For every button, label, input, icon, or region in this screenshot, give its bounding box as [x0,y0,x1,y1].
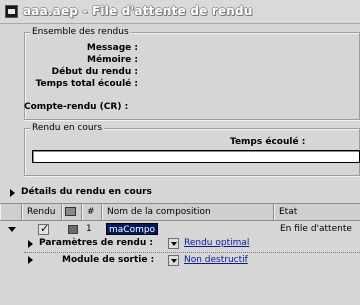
disclosure-triangle-icon[interactable] [10,189,15,197]
render-set-legend: Ensemble des rendus [30,27,131,37]
queue-item-number: 1 [86,224,92,234]
details-label: Détails du rendu en cours [21,187,152,197]
title-bar: aaa.aep - File d'attente de rendu [0,0,360,24]
column-render[interactable]: Rendu [22,204,62,220]
row-divider [24,252,360,253]
current-render-details-toggle[interactable]: Détails du rendu en cours [0,186,360,200]
column-label[interactable] [62,204,82,220]
message-label: Message : [86,43,138,53]
after-effects-app-icon [5,5,18,18]
memory-label: Mémoire : [87,55,138,65]
column-status[interactable]: Etat [274,204,360,220]
render-checkbox[interactable] [38,222,49,235]
queue-item-status: En file d'attente [280,224,352,234]
output-module-link[interactable]: Non destructif [184,255,248,265]
output-module-expand-icon[interactable] [28,256,33,264]
render-settings-link[interactable]: Rendu optimal [184,238,249,248]
elapsed-time-label: Temps écoulé : [230,137,306,147]
label-column-icon [65,207,76,216]
render-settings-label: Paramètres de rendu : [39,238,153,248]
current-render-legend: Rendu en cours [30,123,105,133]
output-module-dropdown[interactable] [168,255,179,266]
total-elapsed-label: Temps total écoulé : [35,79,138,89]
render-settings-dropdown[interactable] [168,238,179,249]
column-comp-name[interactable]: Nom de la composition [102,204,274,220]
render-progress-bar [32,150,360,163]
composition-name[interactable]: maCompo [106,223,159,235]
render-settings-expand-icon[interactable] [28,240,33,248]
queue-table-header: Rendu # Nom de la composition Etat [0,203,360,221]
queue-empty-area [0,268,360,305]
render-start-label: Début du rendu : [51,67,138,77]
log-label: Compte-rendu (CR) : [24,102,129,112]
expand-queue-item-icon[interactable] [8,227,16,232]
label-color-swatch[interactable] [68,225,78,234]
output-module-label: Module de sortie : [62,255,155,265]
column-number[interactable]: # [82,204,102,220]
window-title: aaa.aep - File d'attente de rendu [23,4,253,18]
column-spacer [0,204,22,220]
